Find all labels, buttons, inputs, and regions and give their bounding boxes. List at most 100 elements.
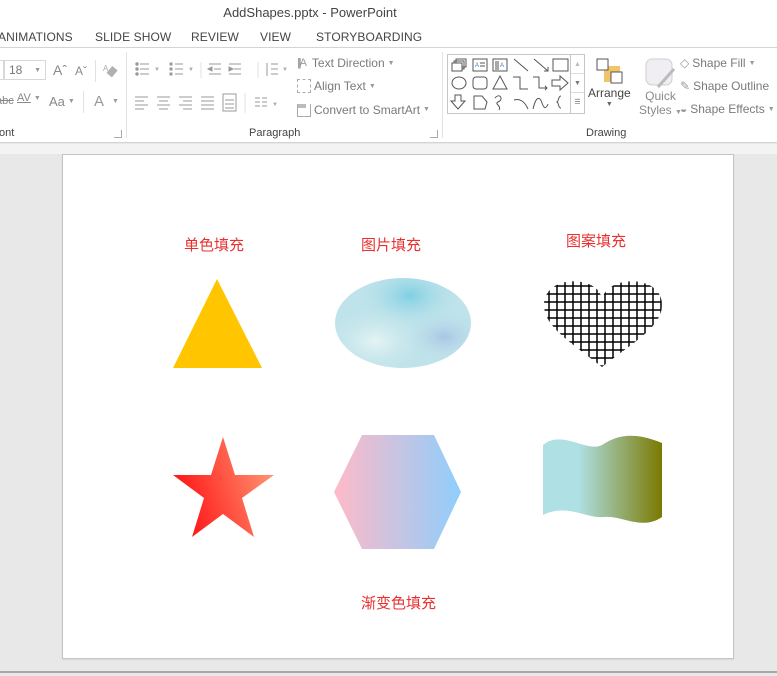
slide-canvas[interactable]: 单色填充 图片填充 图案填充 渐变色填充 [62,154,734,659]
svg-text:▼: ▼ [272,102,278,108]
line-icon [513,58,529,72]
divider [83,91,84,113]
columns-icon [255,97,267,107]
tab-animations[interactable]: ANIMATIONS [0,30,73,44]
divider [95,60,96,82]
arrange-button[interactable]: Arrange ▼ [588,57,631,108]
quick-styles-label-line1: Quick [645,89,676,103]
elbow-arrow-icon [533,76,548,91]
label-pattern-fill[interactable]: 图案填充 [566,230,626,251]
font-size-value: 18 [9,63,23,77]
label-solid-fill[interactable]: 单色填充 [184,234,244,255]
svg-text:A: A [500,63,504,69]
gallery-scroll-up[interactable]: ▲ [571,55,584,74]
tab-storyboarding[interactable]: STORYBOARDING [316,30,422,44]
shrink-font-button[interactable]: Aˇ [75,64,87,78]
hexagon-shape[interactable] [334,435,462,551]
star-shape[interactable] [173,437,275,539]
font-dialog-launcher[interactable] [114,130,122,138]
curve-icon [532,97,549,110]
arc-icon [513,99,529,110]
chevron-down-icon: ▼ [33,94,41,102]
chevron-down-icon: ▼ [112,98,119,105]
change-case-icon: Aa [49,94,65,109]
strikethrough-button[interactable]: abc [0,95,14,107]
line-spacing-icon [266,63,278,76]
arrange-icon [596,58,623,84]
svg-text:▼: ▼ [188,67,194,73]
label-gradient-fill[interactable]: 渐变色填充 [361,592,436,613]
paint-bucket-icon: ◇ [680,56,690,70]
grow-font-button[interactable]: Aˆ [53,62,67,78]
group-separator [126,52,127,138]
ribbon: 18 ▼ Aˆ Aˇ A abc AV ▼ Aa ▼ A ▼ ont [0,48,777,143]
align-left-icon [135,96,148,110]
ellipse-picture-fill [335,278,471,368]
triangle-fill [173,279,262,368]
ribbon-tabs: ANIMATIONS SLIDE SHOW REVIEW VIEW STORYB… [0,26,777,48]
tab-slide-show[interactable]: SLIDE SHOW [95,30,171,44]
group-separator [442,52,443,138]
character-spacing-button[interactable]: AV ▼ [17,92,41,104]
change-case-button[interactable]: Aa ▼ [49,94,75,109]
freeform-icon [473,95,488,110]
smartart-icon [297,104,311,117]
shape-fill-button[interactable]: ◇ Shape Fill ▼ [680,56,756,70]
convert-smartart-button[interactable]: Convert to SmartArt ▼ [297,102,430,117]
arrow-line-icon [533,58,549,72]
font-group-label: ont [0,127,15,139]
paragraph-group-label: Paragraph [249,127,301,139]
right-arrow-icon [551,74,569,92]
font-color-button[interactable]: A ▼ [94,93,119,110]
chevron-down-icon: ▼ [423,106,430,113]
text-direction-button[interactable]: |||A Text Direction ▼ [297,56,395,70]
shape-effects-label: Shape Effects [690,102,765,116]
gallery-scrollbar[interactable]: ▲ ▼ ☰ [570,55,584,113]
svg-text:▼: ▼ [282,67,288,73]
gallery-scroll-down[interactable]: ▼ [571,74,584,93]
wave-shape[interactable] [542,435,664,527]
convert-smartart-label: Convert to SmartArt [314,102,421,117]
align-right-icon [179,96,192,110]
shrink-font-icon: Aˇ [75,64,87,78]
rectangle-icon [552,58,569,72]
triangle-icon [492,74,508,90]
hexagon-gradient-fill [334,435,461,549]
tab-view[interactable]: VIEW [260,30,291,44]
label-picture-fill[interactable]: 图片填充 [361,234,421,255]
triangle-shape[interactable] [173,279,263,369]
decrease-indent-icon [206,63,221,75]
bullets-icon [135,62,149,76]
tab-review[interactable]: REVIEW [191,30,239,44]
gallery-more[interactable]: ☰ [571,93,584,112]
text-box-icon: A [472,58,488,72]
align-text-icon [297,79,311,93]
numbering-icon [169,62,183,76]
font-size-dropdown[interactable]: 18 ▼ [4,60,46,80]
character-spacing-icon: AV [17,92,31,104]
vertical-text-box-icon: A [492,58,508,72]
pencil-icon: ✎ [680,79,691,93]
textbox-stack-icon [451,58,467,72]
shape-outline-button[interactable]: ✎ Shape Outline [680,79,769,93]
paragraph-icons: ▼ ▼ ▼ ▼ [135,62,288,113]
chevron-down-icon: ▼ [605,101,613,108]
paragraph-dialog-launcher[interactable] [430,130,438,138]
window-title: AddShapes.pptx - PowerPoint [223,5,397,20]
quick-styles-button[interactable]: Quick Styles ▼ [639,57,682,117]
svg-text:▼: ▼ [154,67,160,73]
shape-effects-button[interactable]: ◒ Shape Effects ▼ [680,102,775,116]
oval-icon [451,76,467,90]
align-text-button[interactable]: Align Text ▼ [297,79,376,93]
rounded-rectangle-icon [472,76,488,90]
brace-icon [555,95,562,109]
ellipse-shape[interactable] [334,277,472,369]
shapes-gallery-icons: A A [450,58,569,111]
shapes-gallery[interactable]: A A ▲ ▼ ☰ [447,54,585,114]
eraser-icon: A [103,64,118,78]
heart-shape[interactable] [542,279,664,369]
clear-formatting-button[interactable]: A [103,62,119,78]
svg-text:A: A [475,63,479,69]
quick-styles-label-line2: Styles ▼ [639,103,682,117]
chevron-down-icon: ▼ [767,105,775,113]
